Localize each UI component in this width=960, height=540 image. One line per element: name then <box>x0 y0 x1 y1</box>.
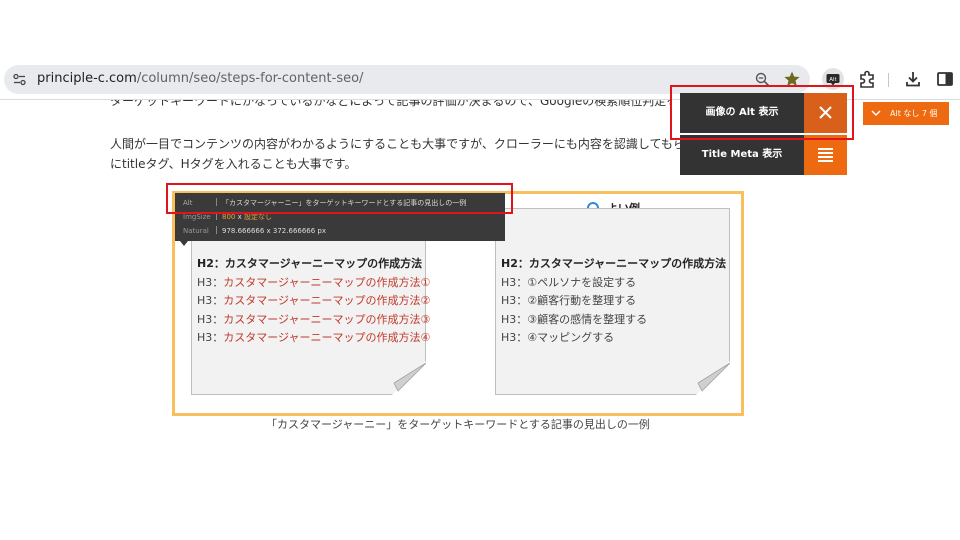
alt-extension-badge: Alt <box>829 77 837 83</box>
note-h3: H3：カスタマージャーニーマップの作成方法① <box>197 275 431 289</box>
note-h3: H3：カスタマージャーニーマップの作成方法③ <box>197 312 431 326</box>
site-settings-icon[interactable] <box>13 73 26 86</box>
menu-lines-icon <box>818 148 833 162</box>
highlight-box-alt <box>166 183 513 214</box>
note-h3: H3：④マッピングする <box>501 331 615 344</box>
good-example-note: H2：カスタマージャーニーマップの作成方法 H3：①ペルソナを設定する H3：②… <box>495 208 730 395</box>
title-meta-row: Title Meta 表示 <box>680 135 847 175</box>
url-host: principle-c.com <box>37 71 137 86</box>
url-text[interactable]: principle-c.com/column/seo/steps-for-con… <box>37 71 363 86</box>
url-path: /column/seo/steps-for-content-seo/ <box>136 71 364 86</box>
good-example-headings: H2：カスタマージャーニーマップの作成方法 H3：①ペルソナを設定する H3：②… <box>501 255 726 348</box>
alt-missing-count-button[interactable]: Alt なし 7 個 <box>863 102 949 125</box>
highlight-box-panel <box>670 85 854 140</box>
extensions-puzzle-icon[interactable] <box>856 68 878 90</box>
tooltip-pointer <box>180 241 188 246</box>
note-h3: H3：①ペルソナを設定する <box>501 275 637 289</box>
title-meta-label[interactable]: Title Meta 表示 <box>680 135 804 175</box>
note-h3: H3：③顧客の感情を整理する <box>501 312 648 326</box>
paragraph-line-2: にtitleタグ、Hタグを入れることも大事です。 <box>110 157 357 171</box>
note-h3: H3：②顧客行動を整理する <box>501 294 637 307</box>
partially-hidden-text-line: ターゲットキーワードにかなっているかなどによって記事の評価が決まるので、Goog… <box>110 100 670 108</box>
page-curl-icon <box>696 361 730 395</box>
natural-size-row: Natural 978.666666 x 372.666666 px <box>183 226 327 235</box>
title-meta-toggle-button[interactable] <box>804 135 847 175</box>
image-caption: 「カスタマージャーニー」をターゲットキーワードとする記事の見出しの一例 <box>266 418 650 431</box>
side-panel-icon[interactable] <box>934 68 956 90</box>
bad-example-headings: H2：カスタマージャーニーマップの作成方法 H3：カスタマージャーニーマップの作… <box>197 255 430 348</box>
chevron-down-icon <box>871 110 881 116</box>
paragraph-line-1: 人間が一目でコンテンツの内容がわかるようにすることも大事ですが、クローラーにも内… <box>110 137 721 151</box>
note-h3: H3：カスタマージャーニーマップの作成方法④ <box>197 331 431 344</box>
note-h2: H2：カスタマージャーニーマップの作成方法 <box>197 257 423 270</box>
note-h3: H3：カスタマージャーニーマップの作成方法② <box>197 294 431 307</box>
toolbar-separator <box>888 73 889 87</box>
note-h2: H2：カスタマージャーニーマップの作成方法 <box>501 257 727 270</box>
page-curl-icon <box>392 361 426 395</box>
download-icon[interactable] <box>902 68 924 90</box>
